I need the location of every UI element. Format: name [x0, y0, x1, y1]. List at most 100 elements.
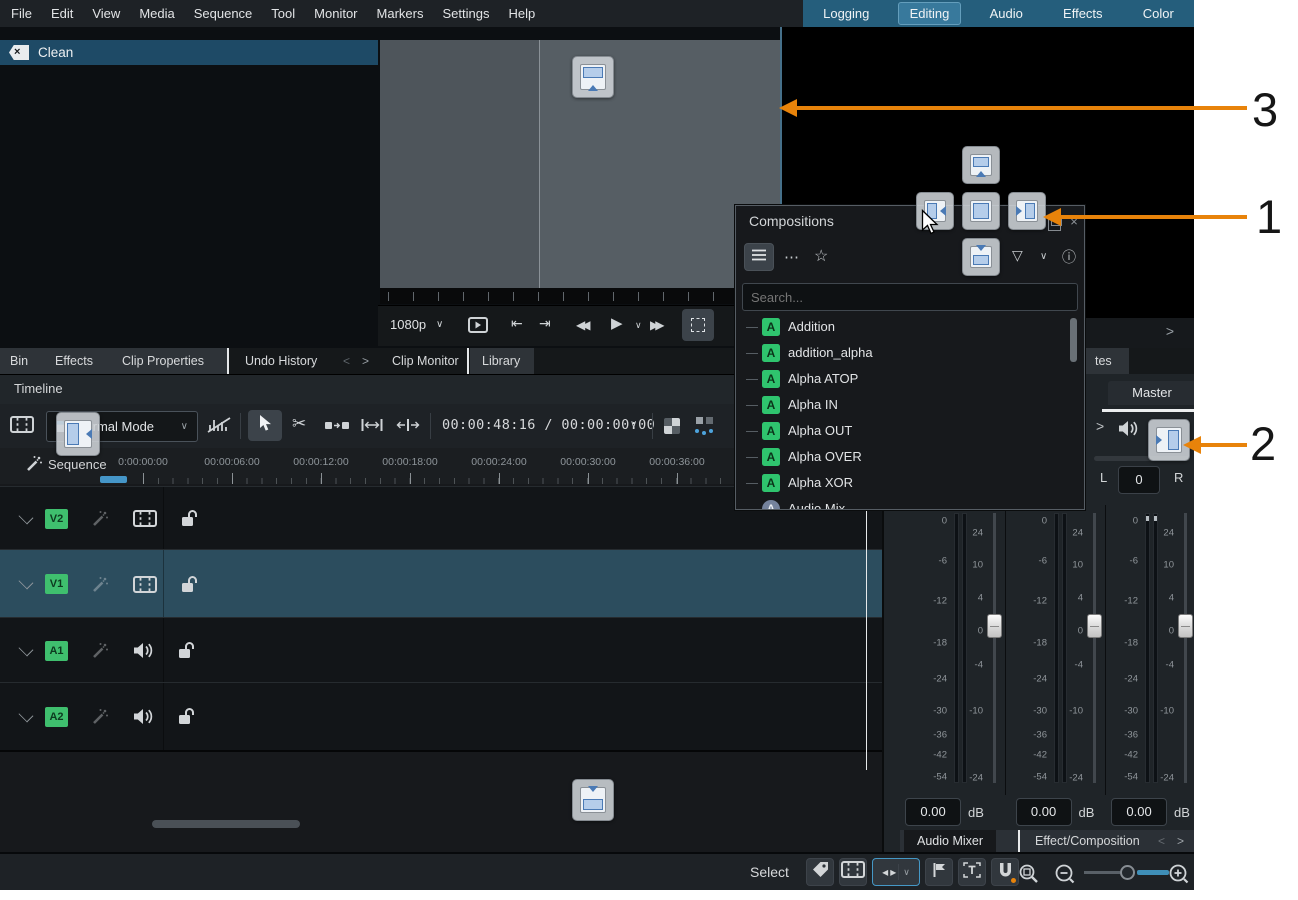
more-options-icon[interactable]: ⋯: [784, 248, 799, 266]
timeline-playhead[interactable]: [866, 484, 867, 770]
track-collapse-chevron-icon[interactable]: [19, 641, 34, 656]
menu-item-edit[interactable]: Edit: [51, 0, 73, 27]
gain-value-input[interactable]: 0.00: [1111, 798, 1167, 826]
tab-notes-partial[interactable]: tes: [1095, 348, 1112, 374]
tab-undo-history[interactable]: Undo History: [245, 348, 317, 374]
track-lock-icon[interactable]: [181, 509, 198, 528]
monitor-overlay-icon[interactable]: [468, 317, 488, 338]
menu-item-view[interactable]: View: [92, 0, 120, 27]
menu-item-markers[interactable]: Markers: [377, 0, 424, 27]
track-audio-icon[interactable]: [133, 642, 154, 659]
track-effects-wand-icon[interactable]: [92, 576, 109, 593]
dock-indicator-window-top[interactable]: [572, 56, 614, 98]
zoom-in-icon[interactable]: [1168, 863, 1190, 890]
mix-dropdown-chevron-icon[interactable]: ∨: [898, 864, 910, 880]
menu-item-settings[interactable]: Settings: [442, 0, 489, 27]
dock-indicator-window-bottom[interactable]: [572, 779, 614, 821]
tab-effects[interactable]: Effects: [55, 348, 93, 374]
volume-fader-handle[interactable]: [987, 614, 1002, 638]
volume-fader-handle[interactable]: [1178, 614, 1193, 638]
timeline-zone-bar[interactable]: [100, 476, 127, 483]
tabs-scroll-right-icon[interactable]: >: [362, 348, 369, 374]
mixed-audio-toggle-icon[interactable]: [206, 416, 232, 439]
timeline-timecode[interactable]: 00:00:48:16 / 00:00:00:00: [442, 417, 655, 433]
composition-list-item[interactable]: AAlpha OUT: [738, 418, 1084, 444]
spacer-tool-icon[interactable]: [324, 418, 350, 437]
balance-value-box[interactable]: 0: [1118, 466, 1160, 494]
filter-chevron-icon[interactable]: ∨: [1040, 251, 1047, 262]
list-view-button[interactable]: [744, 243, 774, 271]
mix-mode-button[interactable]: ◂ ▸ ∨: [872, 858, 920, 886]
timecode-chevron-icon[interactable]: ∨: [630, 419, 637, 430]
zoom-out-icon[interactable]: [1054, 863, 1076, 890]
tab-clip-monitor[interactable]: Clip Monitor: [392, 348, 459, 374]
volume-fader-track[interactable]: [1093, 513, 1096, 783]
timeline-menu-icon[interactable]: [10, 416, 34, 438]
zone-mode-button[interactable]: [682, 309, 714, 341]
thumbnails-toggle-button[interactable]: [839, 858, 867, 886]
tabs-scroll-left-icon[interactable]: <: [343, 348, 350, 374]
track-effects-wand-icon[interactable]: [92, 510, 109, 527]
mixer-tabs-scroll-left-icon[interactable]: <: [1158, 830, 1165, 852]
play-options-chevron-icon[interactable]: ∨: [635, 320, 642, 331]
volume-fader-track[interactable]: [1184, 513, 1187, 783]
volume-fader-handle[interactable]: [1087, 614, 1102, 638]
zone-end-icon[interactable]: ⇥: [539, 315, 551, 332]
track-video-icon[interactable]: [133, 576, 157, 593]
clip-monitor-ruler[interactable]: [380, 288, 780, 304]
menu-item-media[interactable]: Media: [139, 0, 174, 27]
compositions-search-input[interactable]: [742, 283, 1078, 311]
menu-item-tool[interactable]: Tool: [271, 0, 295, 27]
bin-clip-row[interactable]: × Clean: [0, 40, 378, 65]
track-collapse-chevron-icon[interactable]: [19, 509, 34, 524]
transparency-toggle-icon[interactable]: [664, 418, 680, 434]
composition-list-item[interactable]: AAlpha IN: [738, 392, 1084, 418]
razor-tool-icon[interactable]: ✂: [292, 414, 306, 434]
zoom-slider-track[interactable]: [1084, 871, 1120, 874]
workspace-tab-editing[interactable]: Editing: [898, 2, 962, 25]
workspace-tab-color[interactable]: Color: [1131, 2, 1186, 25]
dock-indicator-target-right[interactable]: [1008, 192, 1046, 230]
zoom-fit-icon[interactable]: [1018, 863, 1040, 890]
track-effects-wand-icon[interactable]: [92, 708, 109, 725]
track-lock-icon[interactable]: [178, 707, 195, 726]
play-button[interactable]: ▶: [611, 314, 623, 332]
timeline-horizontal-scrollbar[interactable]: [152, 820, 300, 828]
tab-audio-mixer[interactable]: Audio Mixer: [904, 830, 996, 852]
rewind-button[interactable]: ◀◀: [576, 318, 586, 332]
composition-list-item[interactable]: AAlpha OVER: [738, 444, 1084, 470]
track-collapse-chevron-icon[interactable]: [19, 707, 34, 722]
timeline-track-v1[interactable]: V1: [0, 549, 882, 620]
zoom-slider-handle[interactable]: [1120, 865, 1135, 880]
sequence-label[interactable]: Sequence: [48, 457, 107, 472]
menu-item-monitor[interactable]: Monitor: [314, 0, 357, 27]
track-effects-wand-icon[interactable]: [92, 642, 109, 659]
ripple-tool-icon[interactable]: [360, 418, 384, 437]
resolution-chevron-icon[interactable]: ∨: [436, 319, 443, 330]
compositions-scrollbar[interactable]: [1070, 318, 1077, 362]
tab-effect-composition[interactable]: Effect/Composition: [1022, 830, 1153, 852]
timeline-track-a1[interactable]: A1: [0, 617, 882, 685]
master-speaker-icon[interactable]: [1118, 420, 1139, 442]
tab-bin[interactable]: Bin: [10, 348, 28, 374]
dock-indicator-window-left[interactable]: [56, 412, 100, 456]
mixer-tabs-scroll-right-icon[interactable]: >: [1177, 830, 1184, 852]
workspace-tab-audio[interactable]: Audio: [978, 2, 1035, 25]
info-icon[interactable]: ⓘ: [1062, 247, 1076, 267]
track-lock-icon[interactable]: [181, 575, 198, 594]
composition-list-item[interactable]: AAlpha ATOP: [738, 366, 1084, 392]
tag-toggle-button[interactable]: [806, 858, 834, 886]
composition-list-item[interactable]: AAlpha XOR: [738, 470, 1084, 496]
dock-indicator-target-center[interactable]: [962, 192, 1000, 230]
volume-fader-track[interactable]: [993, 513, 996, 783]
track-lock-icon[interactable]: [178, 641, 195, 660]
snap-toggle-button[interactable]: [991, 858, 1019, 886]
tab-library[interactable]: Library: [482, 348, 520, 374]
forward-button[interactable]: ▶▶: [650, 318, 660, 332]
tab-clip-properties[interactable]: Clip Properties: [122, 348, 204, 374]
marker-toggle-button[interactable]: [925, 858, 953, 886]
track-video-icon[interactable]: [133, 510, 157, 527]
track-collapse-chevron-icon[interactable]: [19, 575, 34, 590]
select-tool-button[interactable]: [248, 410, 282, 441]
menu-item-sequence[interactable]: Sequence: [194, 0, 253, 27]
